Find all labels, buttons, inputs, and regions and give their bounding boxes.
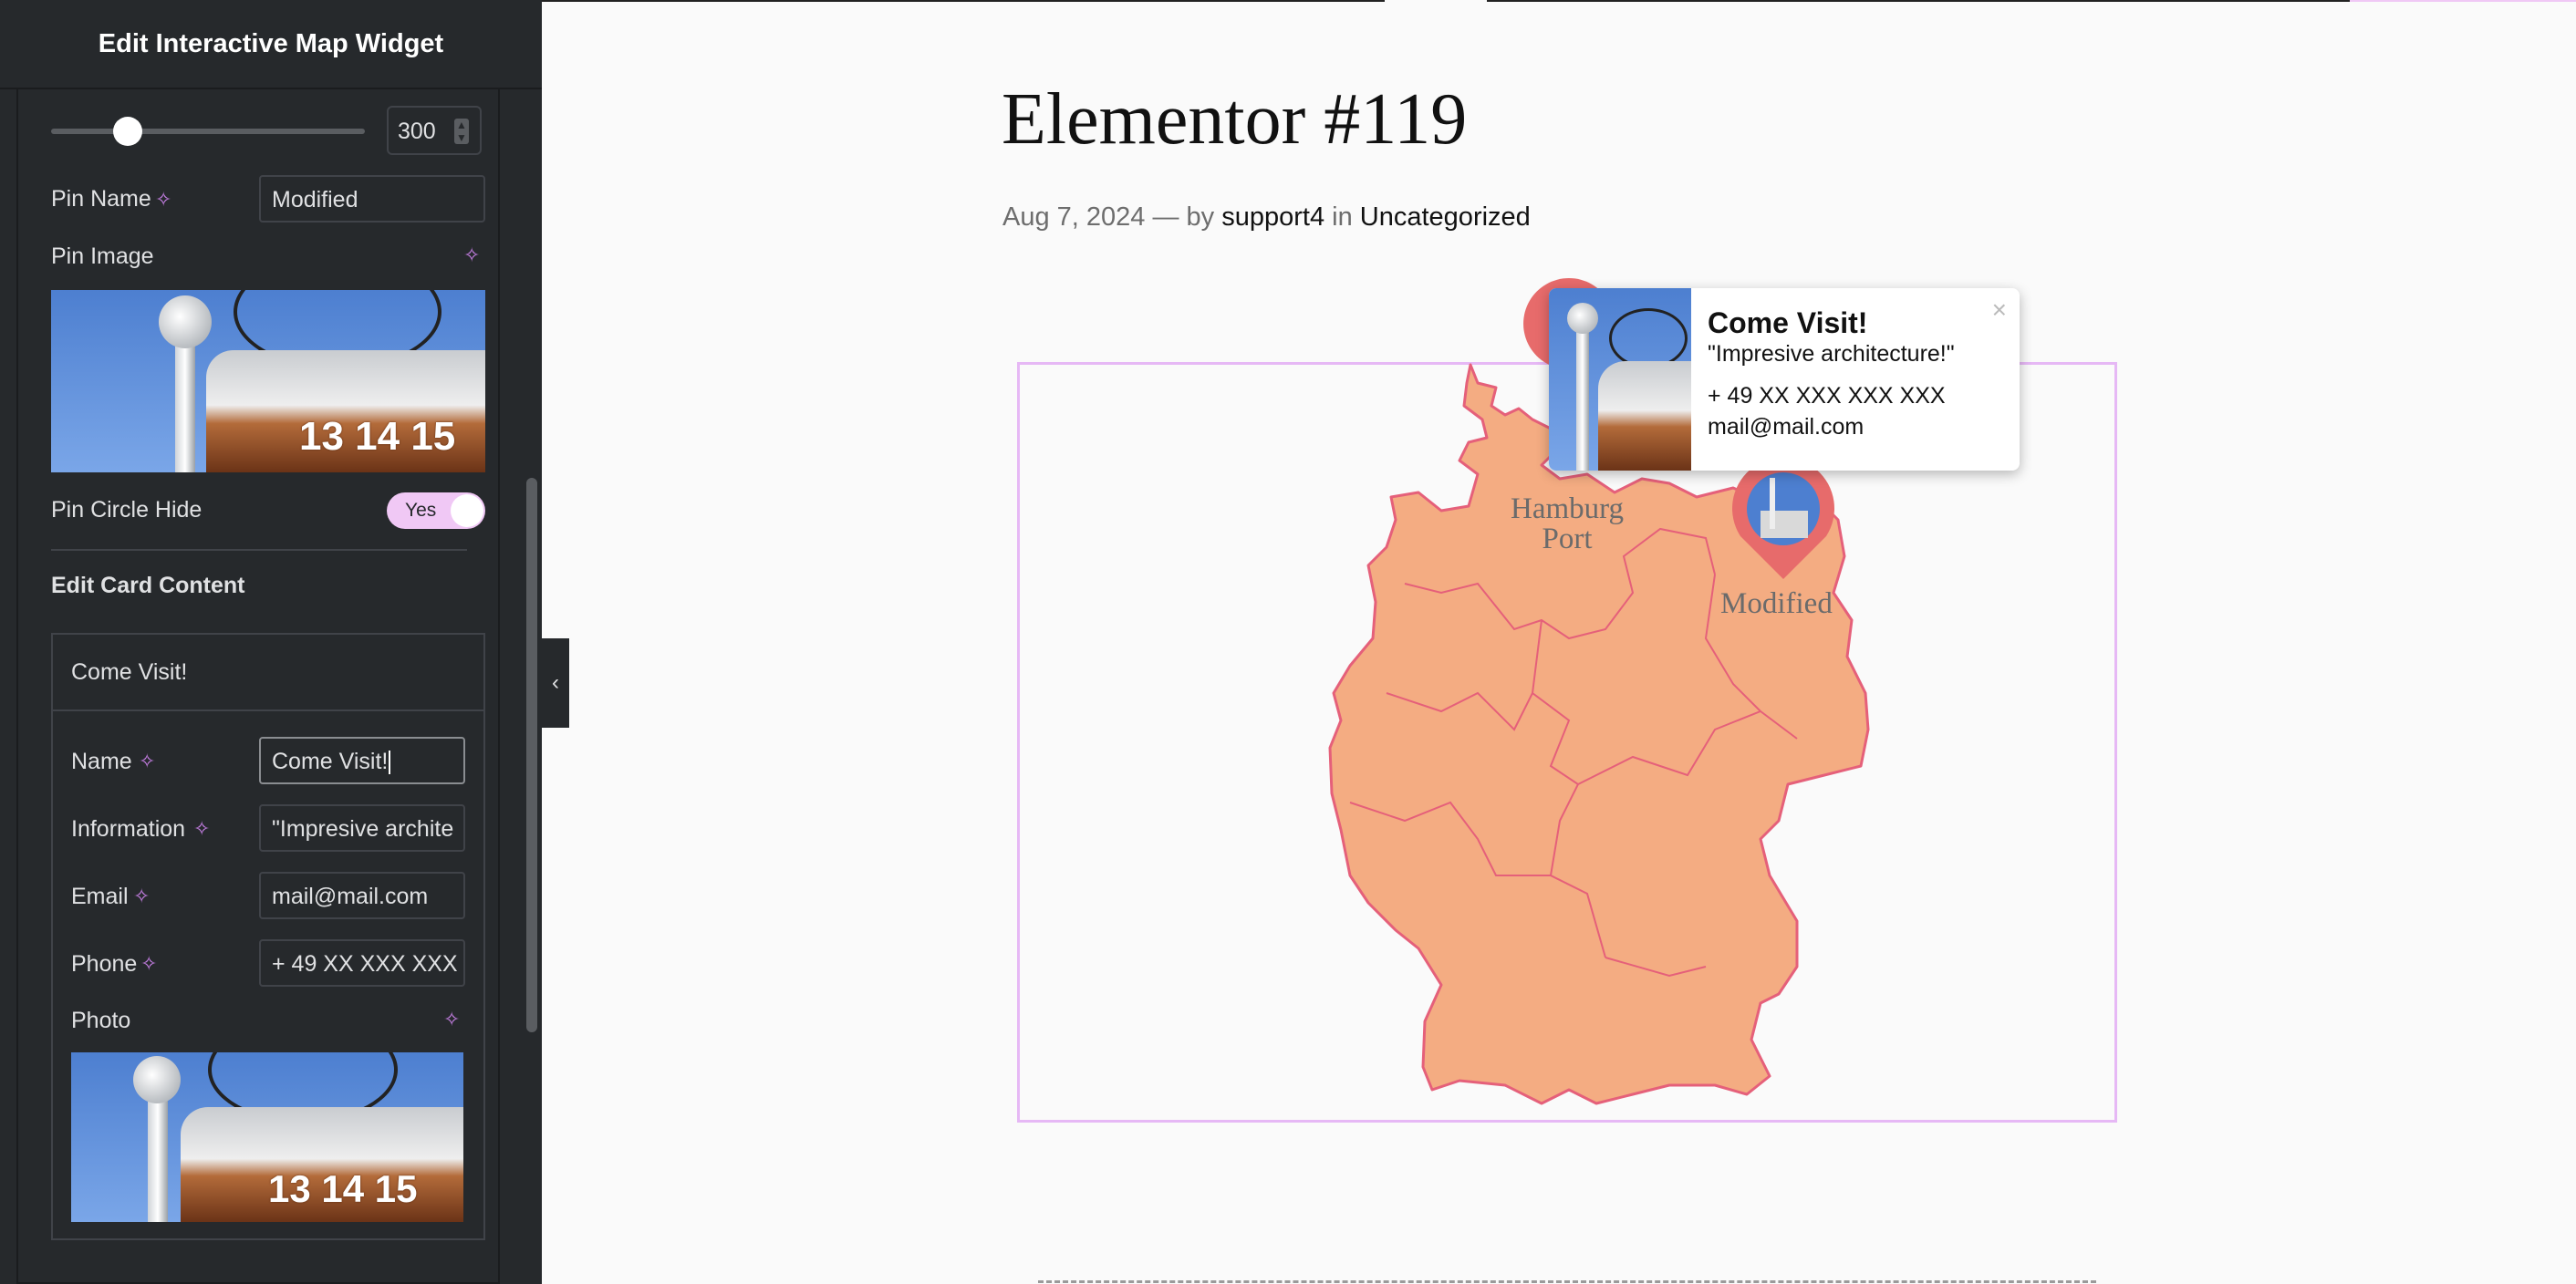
card-phone: + 49 XX XXX XXX XXX bbox=[1708, 383, 1946, 409]
card-title: Come Visit! bbox=[1708, 306, 1868, 339]
close-icon[interactable]: × bbox=[1992, 295, 2007, 325]
card-photo bbox=[1549, 288, 1691, 471]
tower-ball bbox=[1567, 303, 1598, 334]
pin-label-hamburg: Hamburg Port bbox=[1511, 492, 1624, 556]
tower-stem bbox=[1576, 325, 1589, 471]
card-information: "Impresive architecture!" bbox=[1708, 341, 1955, 367]
world-clock-body bbox=[1598, 361, 1691, 471]
card-email: mail@mail.com bbox=[1708, 414, 1864, 440]
pin-label-line2: Port bbox=[1542, 523, 1593, 555]
pin-modified-photo-tower bbox=[1770, 478, 1775, 529]
pin-modified-photo-clock bbox=[1761, 511, 1808, 538]
pin-label-line1: Hamburg bbox=[1511, 492, 1625, 525]
world-clock-globe bbox=[1609, 308, 1688, 368]
germany-map[interactable] bbox=[0, 0, 2576, 1284]
bottom-dashed-divider bbox=[1038, 1280, 2096, 1283]
pin-info-card: Come Visit! "Impresive architecture!" + … bbox=[1549, 288, 2020, 471]
pin-label-modified: Modified bbox=[1720, 587, 1833, 620]
